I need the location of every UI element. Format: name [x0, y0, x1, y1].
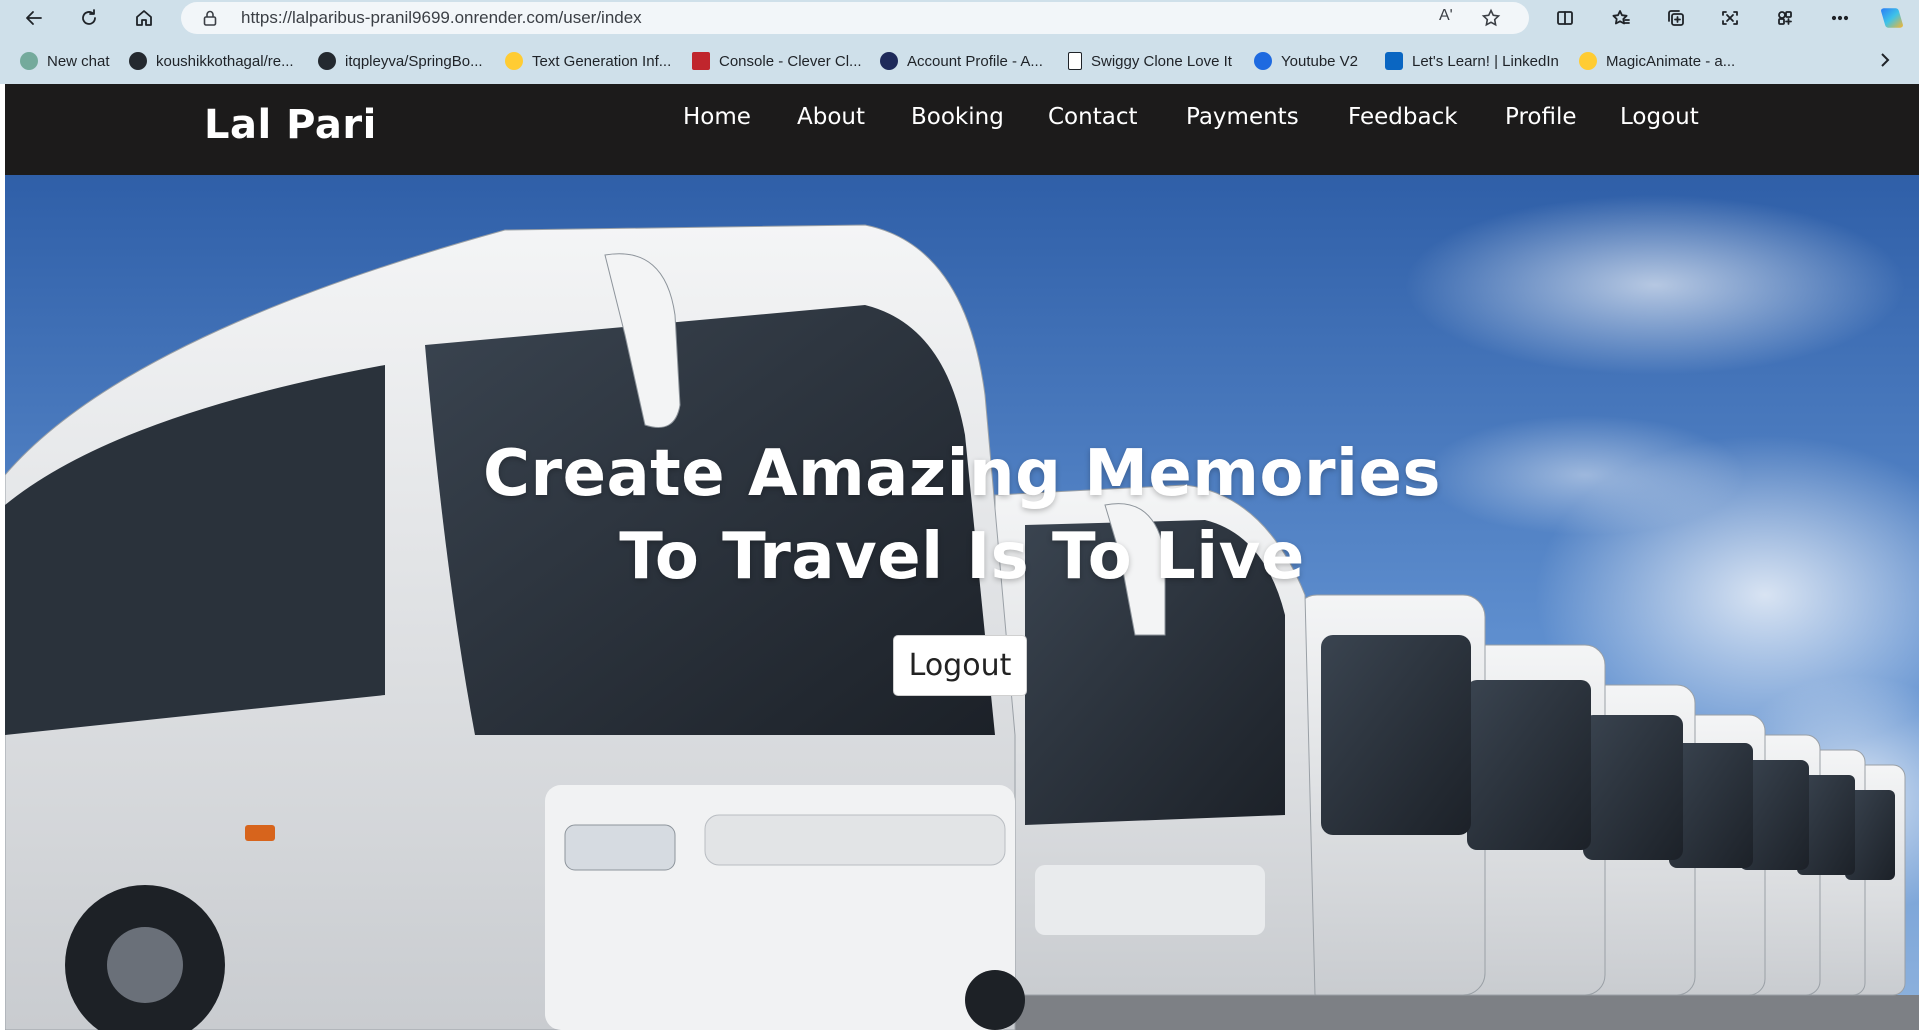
nav-profile[interactable]: Profile: [1505, 104, 1577, 130]
nav-feedback[interactable]: Feedback: [1348, 104, 1458, 130]
hero-section: Create Amazing Memories To Travel Is To …: [5, 175, 1919, 1030]
pin-icon: [1254, 52, 1272, 70]
collections-icon[interactable]: [1662, 4, 1690, 32]
bookmark-label: Swiggy Clone Love It: [1091, 52, 1232, 70]
favorite-star-icon[interactable]: [1481, 8, 1501, 28]
bookmark-swiggy-clone[interactable]: Swiggy Clone Love It: [1068, 50, 1232, 72]
bookmark-linkedin[interactable]: Let's Learn! | LinkedIn: [1385, 50, 1559, 72]
more-icon[interactable]: [1826, 4, 1854, 32]
bookmark-label: Text Generation Inf...: [532, 52, 672, 70]
bookmark-account-profile[interactable]: Account Profile - A...: [880, 50, 1043, 72]
bookmark-label: itqpleyva/SpringBo...: [345, 52, 483, 70]
linkedin-icon: [1385, 52, 1403, 70]
bookmarks-bar: New chat koushikkothagal/re... itqpleyva…: [0, 44, 1919, 80]
screenshot-icon[interactable]: [1716, 4, 1744, 32]
extensions-icon[interactable]: [1771, 4, 1799, 32]
account-icon: [880, 52, 898, 70]
bookmark-itqpleyva[interactable]: itqpleyva/SpringBo...: [318, 50, 483, 72]
bookmark-clever-cloud[interactable]: Console - Clever Cl...: [692, 50, 862, 72]
bookmark-label: MagicAnimate - a...: [1606, 52, 1736, 70]
bookmark-label: New chat: [47, 52, 110, 70]
read-aloud-icon[interactable]: Aʹ: [1439, 7, 1453, 25]
refresh-icon[interactable]: [75, 4, 103, 32]
lock-icon[interactable]: [201, 9, 219, 27]
huggingface-icon: [1579, 52, 1597, 70]
hero-logout-button[interactable]: Logout: [893, 635, 1027, 696]
home-icon[interactable]: [130, 4, 158, 32]
favorites-icon[interactable]: [1607, 4, 1635, 32]
split-screen-icon[interactable]: [1551, 4, 1579, 32]
nav-payments[interactable]: Payments: [1186, 104, 1299, 130]
nav-logout[interactable]: Logout: [1620, 104, 1699, 130]
web-page: Lal Pari Home About Booking Contact Paym…: [5, 84, 1919, 1030]
site-brand[interactable]: Lal Pari: [204, 102, 377, 148]
bookmark-youtube-v2[interactable]: Youtube V2: [1254, 50, 1358, 72]
bookmark-label: Youtube V2: [1281, 52, 1359, 70]
bookmark-text-generation[interactable]: Text Generation Inf...: [505, 50, 671, 72]
bookmark-label: Console - Clever Cl...: [719, 52, 862, 70]
browser-chrome: https://lalparibus-pranil9699.onrender.c…: [0, 0, 1919, 84]
nav-home[interactable]: Home: [683, 104, 751, 130]
bookmark-new-chat[interactable]: New chat: [20, 50, 110, 72]
github-icon: [318, 52, 336, 70]
page-icon: [1068, 52, 1082, 70]
browser-toolbar: https://lalparibus-pranil9699.onrender.c…: [0, 0, 1919, 36]
nav-contact[interactable]: Contact: [1048, 104, 1137, 130]
chevron-right-icon[interactable]: [1875, 50, 1895, 72]
bookmark-label: Account Profile - A...: [907, 52, 1043, 70]
bookmark-label: Let's Learn! | LinkedIn: [1412, 52, 1559, 70]
site-navbar: Lal Pari Home About Booking Contact Paym…: [5, 84, 1919, 175]
url-text[interactable]: https://lalparibus-pranil9699.onrender.c…: [241, 8, 642, 28]
hero-heading-line-2: To Travel Is To Live: [619, 520, 1305, 594]
hero-heading-line-1: Create Amazing Memories: [483, 437, 1441, 511]
nav-about[interactable]: About: [797, 104, 865, 130]
huggingface-icon: [505, 52, 523, 70]
address-bar[interactable]: https://lalparibus-pranil9699.onrender.c…: [181, 2, 1529, 34]
bookmark-magicanimate[interactable]: MagicAnimate - a...: [1579, 50, 1735, 72]
bookmark-label: koushikkothagal/re...: [156, 52, 294, 70]
back-arrow-icon[interactable]: [20, 4, 48, 32]
copilot-icon[interactable]: [1878, 4, 1906, 32]
clever-cloud-icon: [692, 52, 710, 70]
github-icon: [129, 52, 147, 70]
openai-icon: [20, 52, 38, 70]
bookmark-koushikkothagal[interactable]: koushikkothagal/re...: [129, 50, 294, 72]
nav-booking[interactable]: Booking: [911, 104, 1004, 130]
hero-bus-image: [5, 175, 1919, 1030]
